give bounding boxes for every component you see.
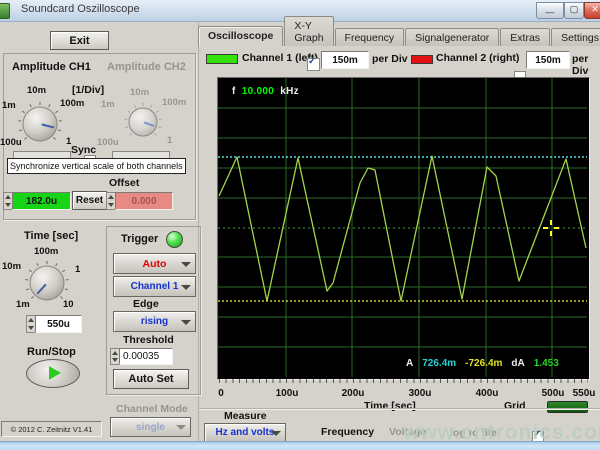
knob-scale-label: 100m bbox=[162, 97, 186, 108]
close-button[interactable]: ✕ bbox=[584, 2, 600, 19]
x-tick-label: 400u bbox=[476, 388, 499, 399]
chevron-down-icon bbox=[271, 431, 281, 436]
offset-ch1-field[interactable]: 182.0u bbox=[12, 192, 71, 210]
measure-divider bbox=[199, 408, 600, 409]
knob-scale-label: 1 bbox=[75, 264, 80, 275]
channel2-label: Channel 2 (right) bbox=[436, 52, 519, 64]
copyright-text: © 2012 C. Zeitnitz V1.41 bbox=[1, 421, 102, 437]
chevron-down-icon bbox=[176, 425, 186, 430]
run-stop-button[interactable] bbox=[26, 359, 80, 388]
tab-extras[interactable]: Extras bbox=[500, 28, 550, 46]
app-window: Soundcard Oszilloscope — ▢ ✕ Exit Amplit… bbox=[0, 0, 600, 450]
channel1-checkbox[interactable] bbox=[307, 58, 320, 71]
voltage-checkbox-label: Voltage bbox=[389, 426, 426, 438]
chevron-down-icon bbox=[181, 262, 191, 267]
delta-amplitude-value: 1.453 bbox=[534, 358, 559, 369]
play-icon bbox=[49, 366, 61, 380]
tab-signalgenerator[interactable]: Signalgenerator bbox=[405, 28, 499, 46]
tab-settings[interactable]: Settings bbox=[551, 28, 600, 46]
x-axis-minor-ticks bbox=[219, 379, 588, 383]
frequency-checkbox-label: Frequency bbox=[321, 426, 374, 438]
offset-label: Offset bbox=[109, 177, 139, 189]
amplitude-ch1-title: Amplitude CH1 bbox=[12, 61, 91, 73]
waveform-plot[interactable] bbox=[218, 78, 587, 377]
knob-scale-label: 100m bbox=[34, 246, 58, 257]
channel2-perdiv-label: per Div bbox=[572, 53, 600, 77]
amplitude-readout: A 726.4m -726.4m dA 1.453 bbox=[406, 358, 559, 369]
max-amplitude-value: 726.4m bbox=[422, 358, 456, 369]
threshold-label: Threshold bbox=[123, 334, 174, 346]
run-stop-label: Run/Stop bbox=[27, 346, 76, 358]
log-checkbox-label: log to file bbox=[450, 427, 497, 439]
window-title: Soundcard Oszilloscope bbox=[21, 3, 140, 15]
knob-scale-label: 10m bbox=[27, 85, 46, 96]
chevron-down-icon bbox=[181, 285, 191, 290]
channel2-scale-field[interactable]: 150m bbox=[526, 51, 570, 69]
trigger-source-dropdown[interactable]: Channel 1 bbox=[113, 276, 196, 297]
amplitude-ch1-knob[interactable] bbox=[17, 101, 63, 147]
trigger-led bbox=[166, 231, 183, 248]
time-value-field[interactable]: 550u bbox=[35, 315, 82, 333]
frequency-readout: f 10.000 kHz bbox=[232, 86, 299, 97]
x-tick-label: 300u bbox=[409, 388, 432, 399]
tab-x-y-graph[interactable]: X-Y Graph bbox=[284, 16, 333, 46]
channel1-perdiv-label: per Div bbox=[372, 53, 408, 65]
minimize-button[interactable]: — bbox=[536, 2, 564, 19]
maximize-button[interactable]: ▢ bbox=[564, 2, 584, 19]
knob-scale-label: 1 bbox=[66, 136, 71, 147]
amplitude-ch2-title: Amplitude CH2 bbox=[107, 61, 186, 73]
edge-dropdown[interactable]: rising bbox=[113, 311, 196, 332]
x-tick-label: 200u bbox=[342, 388, 365, 399]
channel1-scale-field[interactable]: 150m bbox=[321, 51, 369, 69]
knob-scale-label: 10 bbox=[63, 299, 74, 310]
channel1-color-swatch bbox=[206, 54, 238, 64]
knob-scale-label: 10m bbox=[2, 261, 21, 272]
x-axis-title: Time [sec] bbox=[364, 400, 416, 412]
offset-ch2-field[interactable]: 0.000 bbox=[115, 192, 173, 210]
grid-label: Grid bbox=[504, 400, 526, 412]
threshold-field[interactable]: 0.00035 bbox=[119, 348, 173, 365]
measure-mode-dropdown[interactable]: Hz and volts bbox=[204, 423, 286, 442]
knob-scale-label: 1m bbox=[2, 100, 16, 111]
channel2-color-swatch bbox=[411, 55, 433, 64]
amplitude-unit-label: [1/Div] bbox=[72, 84, 104, 96]
tab-bar: OscilloscopeX-Y GraphFrequencySignalgene… bbox=[198, 27, 600, 46]
app-icon bbox=[0, 3, 10, 19]
channel-mode-dropdown[interactable]: single bbox=[110, 417, 191, 437]
knob-scale-label: 1 bbox=[167, 135, 172, 146]
tab-frequency[interactable]: Frequency bbox=[335, 28, 405, 46]
knob-scale-label: 100u bbox=[97, 137, 119, 148]
reset-button[interactable]: Reset bbox=[72, 191, 107, 210]
knob-scale-label: 1m bbox=[101, 99, 115, 110]
window-bottom-edge bbox=[0, 441, 600, 450]
x-tick-label: 0 bbox=[218, 388, 224, 399]
edge-label: Edge bbox=[133, 298, 159, 310]
knob-scale-label: 100u bbox=[0, 137, 22, 148]
time-title: Time [sec] bbox=[24, 230, 78, 242]
x-tick-label: 100u bbox=[276, 388, 299, 399]
x-tick-label: 500u bbox=[542, 388, 565, 399]
min-amplitude-value: -726.4m bbox=[465, 358, 502, 369]
tab-oscilloscope[interactable]: Oscilloscope bbox=[198, 26, 283, 46]
knob-scale-label: 10m bbox=[130, 87, 149, 98]
channel-mode-label: Channel Mode bbox=[116, 403, 188, 415]
auto-set-button[interactable]: Auto Set bbox=[113, 369, 189, 389]
amplitude-ch2-knob[interactable] bbox=[123, 102, 163, 142]
exit-button[interactable]: Exit bbox=[50, 31, 109, 50]
sync-tooltip: Synchronize vertical scale of both chann… bbox=[7, 158, 186, 174]
measure-title: Measure bbox=[224, 410, 267, 422]
frequency-value: 10.000 bbox=[242, 86, 274, 97]
grid-color-swatch[interactable] bbox=[547, 401, 588, 413]
knob-scale-label: 1m bbox=[16, 299, 30, 310]
trigger-mode-dropdown[interactable]: Auto bbox=[113, 253, 196, 274]
chevron-down-icon bbox=[181, 320, 191, 325]
oscilloscope-display[interactable]: f 10.000 kHz A 726.4m -726.4m dA 1.453 bbox=[217, 77, 590, 380]
trigger-title: Trigger bbox=[121, 233, 158, 245]
knob-scale-label: 100m bbox=[60, 98, 84, 109]
x-tick-label: 550u bbox=[573, 388, 596, 399]
